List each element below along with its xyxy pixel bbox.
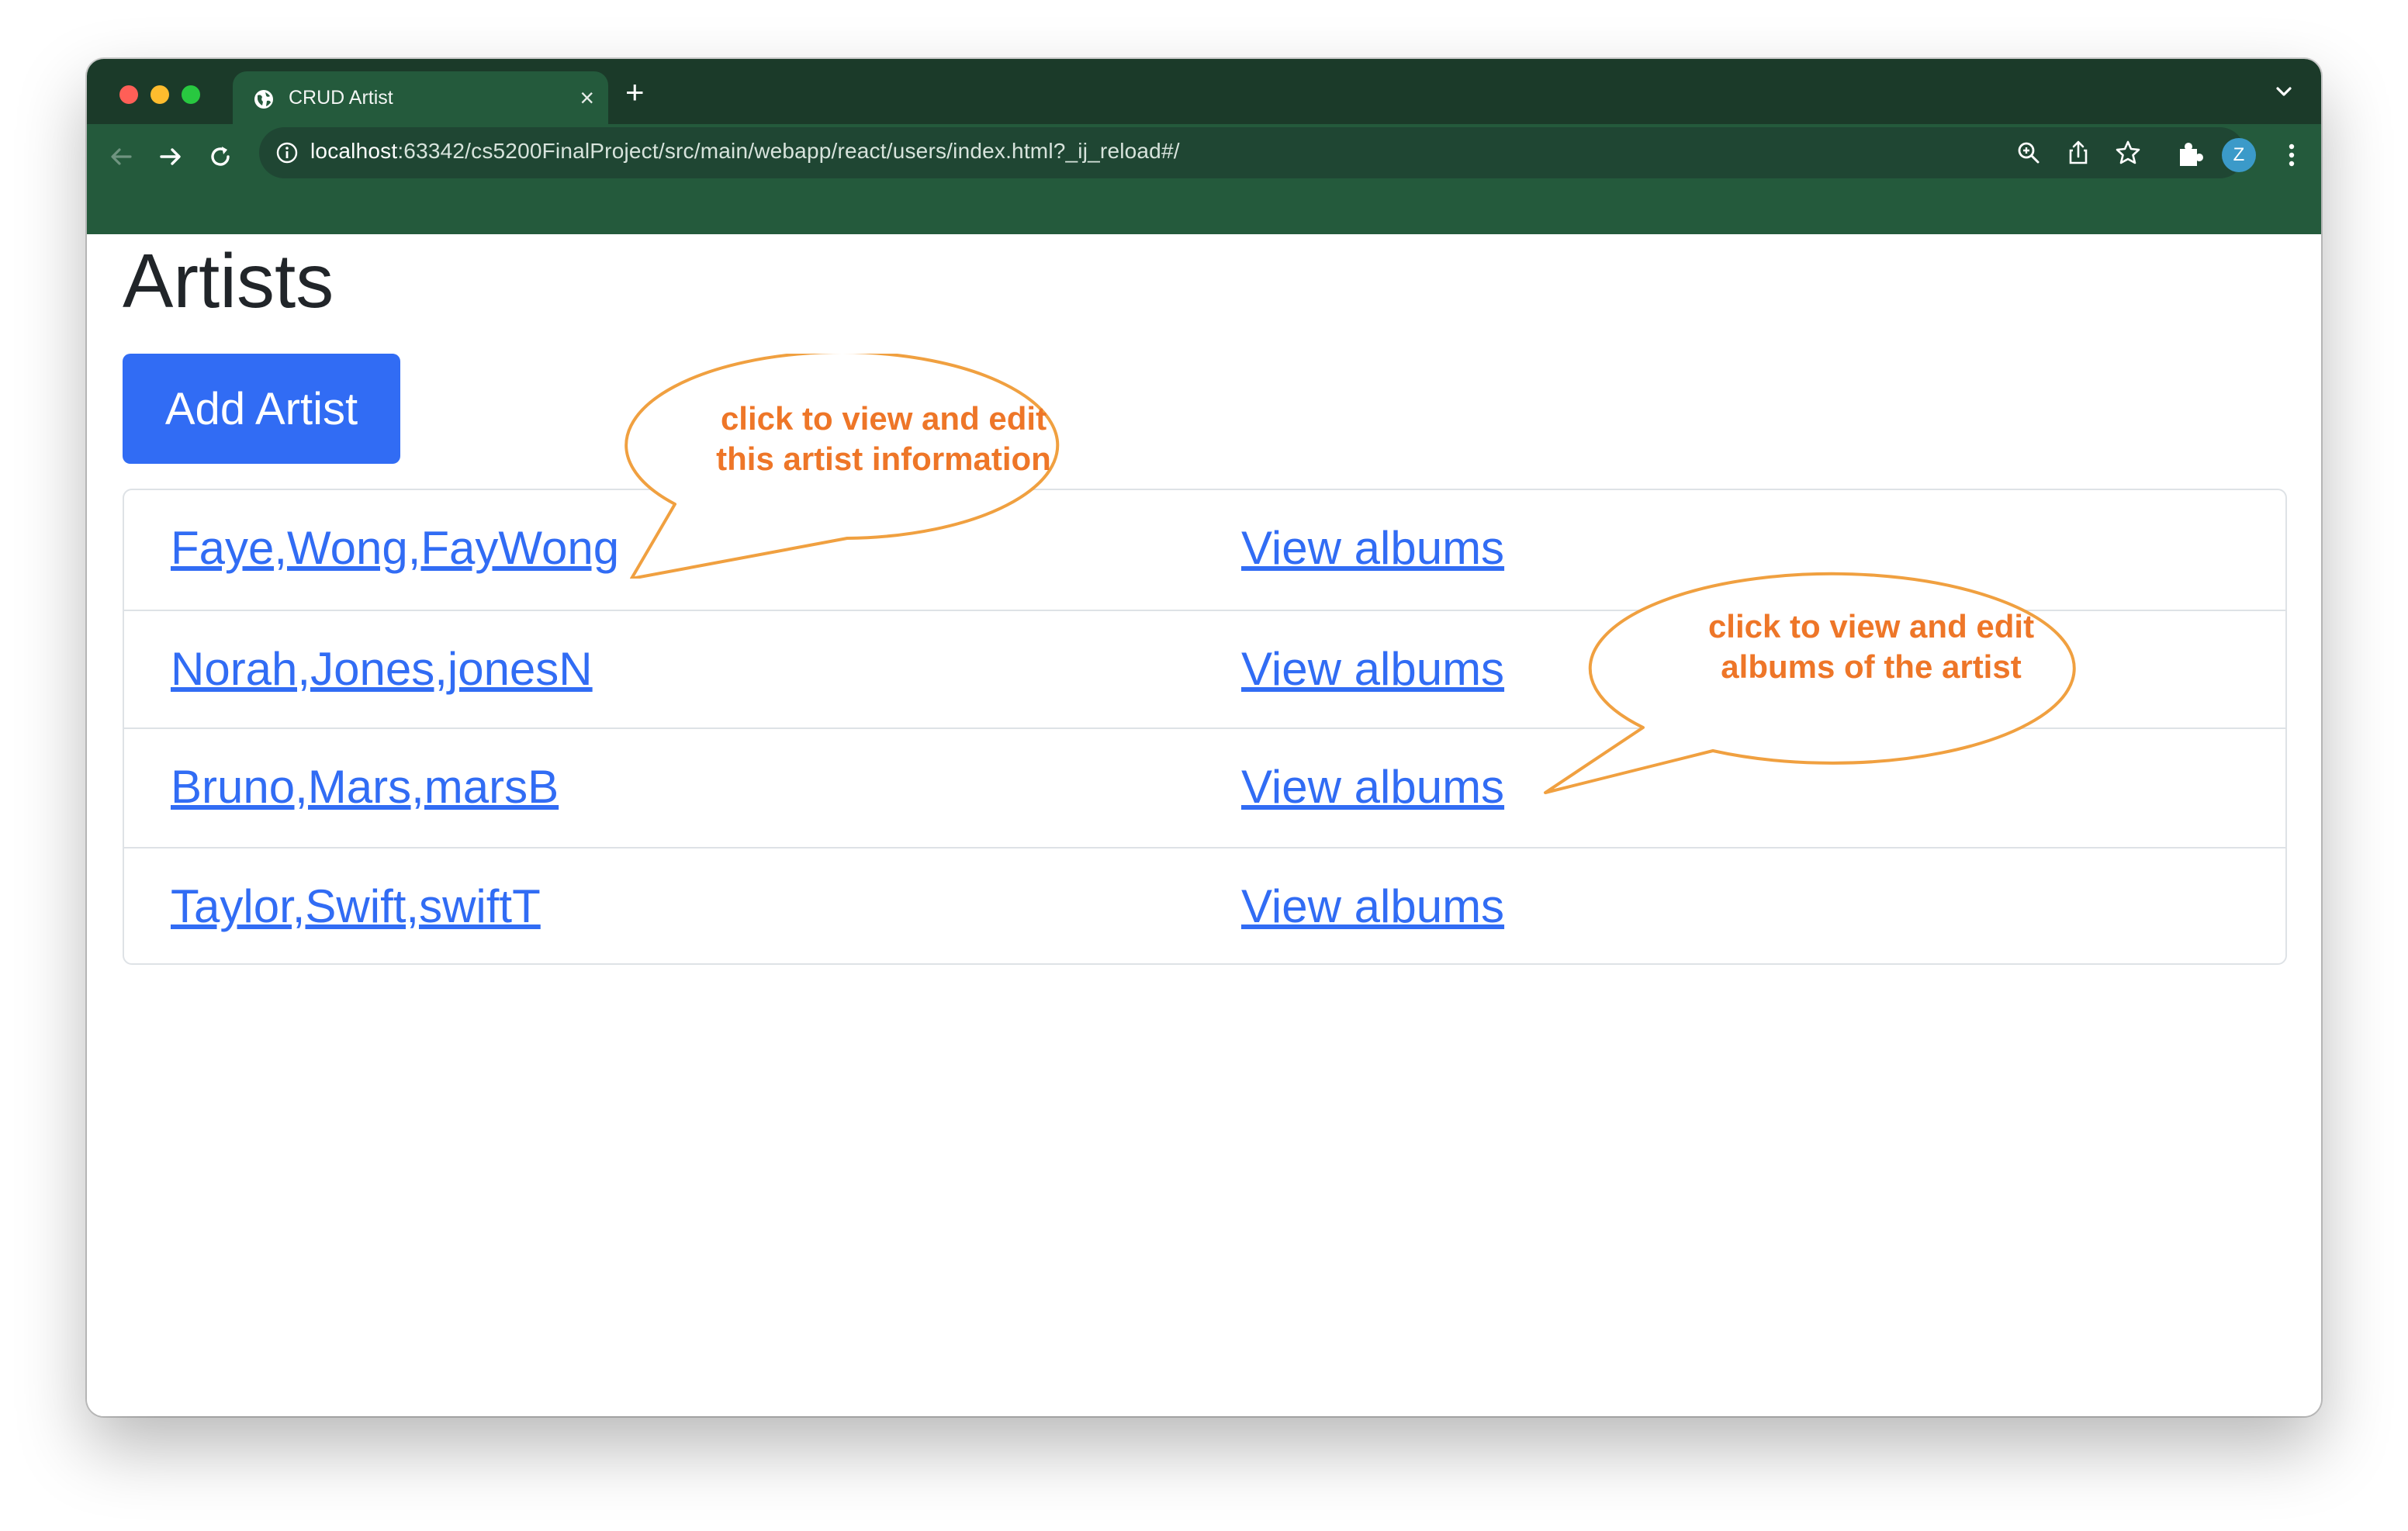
address-bar[interactable]: localhost:63342/cs5200FinalProject/src/m… [259,127,2245,178]
page-title: Artists [123,238,334,323]
browser-toolbar: localhost:63342/cs5200FinalProject/src/m… [87,124,2321,234]
info-icon[interactable] [275,140,299,165]
tab-crud-artist[interactable]: CRUD Artist × [233,71,608,126]
reload-icon[interactable] [203,140,237,174]
view-albums-link[interactable]: View albums [1241,642,1504,696]
view-albums-link[interactable]: View albums [1241,760,1504,814]
forward-icon[interactable] [154,140,188,174]
url-host: localhost [310,139,398,163]
view-albums-link[interactable]: View albums [1241,880,1504,933]
callout-line: click to view and edit [720,400,1047,437]
maximize-window-button[interactable] [182,85,200,104]
star-icon[interactable] [2113,138,2143,168]
tab-title: CRUD Artist [289,87,393,109]
artist-link[interactable]: Taylor,Swift,swiftT [171,880,541,933]
page-content: Artists Add Artist Faye,Wong,FayWong Vie… [87,234,2321,1416]
callout-line: click to view and edit [1707,608,2035,645]
artist-link[interactable]: Norah,Jones,jonesN [171,642,593,696]
callout-line: this artist information [716,441,1051,477]
artist-link[interactable]: Bruno,Mars,marsB [171,760,559,814]
share-icon[interactable] [2064,138,2093,168]
artist-info-callout: click to view and edit this artist infor… [622,354,1103,579]
extensions-icon[interactable] [2172,138,2206,172]
kebab-menu-icon[interactable] [2275,138,2309,172]
artist-link[interactable]: Faye,Wong,FayWong [171,521,619,575]
url-text[interactable]: localhost:63342/cs5200FinalProject/src/m… [310,139,1180,164]
view-albums-link[interactable]: View albums [1241,521,1504,575]
url-path: :63342/cs5200FinalProject/src/main/webap… [397,139,1180,163]
close-window-button[interactable] [119,85,138,104]
close-tab-icon[interactable]: × [580,82,594,113]
globe-icon [254,90,273,109]
list-item: Taylor,Swift,swiftT View albums [124,847,2285,966]
callout-line: albums of the artist [1721,648,2022,685]
albums-callout: click to view and edit albums of the art… [1538,560,2143,808]
new-tab-button[interactable]: + [625,76,645,109]
zoom-icon[interactable] [2014,138,2043,168]
add-artist-button[interactable]: Add Artist [123,354,400,464]
minimize-window-button[interactable] [150,85,169,104]
back-icon[interactable] [104,140,138,174]
chevron-down-icon[interactable] [2270,78,2298,105]
tab-strip: CRUD Artist × + [87,59,2321,126]
browser-window: CRUD Artist × + localhost:63342/cs5200Fi… [87,59,2321,1416]
profile-avatar[interactable]: Z [2222,138,2256,172]
